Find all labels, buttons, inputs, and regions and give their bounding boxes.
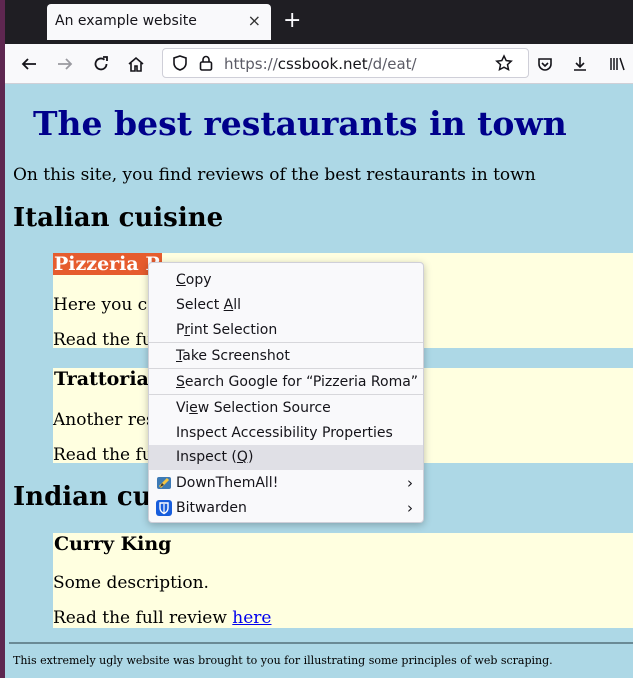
menu-item-label: Inspect (Q) <box>176 449 254 465</box>
menu-separator <box>149 394 423 395</box>
restaurant-card: Curry King Some description. Read the fu… <box>53 533 633 628</box>
menu-separator <box>149 342 423 343</box>
menu-item-downthemall[interactable]: DownThemAll! › <box>149 471 423 496</box>
section-heading-indian: Indian cui <box>13 482 162 512</box>
restaurant-name: Curry King <box>54 533 172 555</box>
restaurant-description: Some description. <box>53 573 209 593</box>
back-icon[interactable] <box>17 52 41 76</box>
menu-item-select-all[interactable]: Select All <box>149 293 423 318</box>
restaurant-review: Read the full review here <box>53 608 272 628</box>
url-path: /d/eat/ <box>367 55 417 73</box>
url-bar[interactable]: https://cssbook.net/d/eat/ <box>162 48 529 78</box>
restaurant-review: Read the ful <box>53 330 159 350</box>
menu-item-take-screenshot[interactable]: Take Screenshot <box>149 344 423 369</box>
pocket-icon[interactable] <box>533 52 557 76</box>
menu-item-print-selection[interactable]: Print Selection <box>149 318 423 343</box>
forward-icon[interactable] <box>53 52 77 76</box>
home-icon[interactable] <box>124 52 148 76</box>
bitwarden-shield-icon <box>156 500 172 516</box>
restaurant-name[interactable]: Pizzeria R <box>53 253 163 275</box>
lock-icon[interactable] <box>197 54 217 74</box>
menu-item-label: View Selection Source <box>176 400 331 416</box>
menu-item-label: Bitwarden <box>176 500 247 516</box>
restaurant-description: Here you ca <box>53 295 158 315</box>
page-intro: On this site, you find reviews of the be… <box>13 165 536 185</box>
shield-icon[interactable] <box>171 54 191 74</box>
download-icon[interactable] <box>568 52 592 76</box>
footer-text: This extremely ugly website was brought … <box>13 654 553 667</box>
menu-item-label: Copy <box>176 272 212 288</box>
menu-item-inspect[interactable]: Inspect (Q) <box>149 445 423 470</box>
review-link[interactable]: here <box>232 608 271 628</box>
menu-item-inspect-accessibility[interactable]: Inspect Accessibility Properties <box>149 421 423 446</box>
context-menu: Copy Select All Print Selection Take Scr… <box>148 262 424 523</box>
restaurant-review: Read the ful <box>53 445 159 465</box>
menu-item-label: Print Selection <box>176 322 278 338</box>
page-title: The best restaurants in town <box>33 104 567 143</box>
menu-item-label: Inspect Accessibility Properties <box>176 425 393 441</box>
menu-item-label: Search Google for “Pizzeria Roma” <box>176 374 419 390</box>
url-text: https://cssbook.net/d/eat/ <box>224 55 417 73</box>
menu-item-copy[interactable]: Copy <box>149 268 423 293</box>
review-text: Read the full review <box>53 608 233 628</box>
downthemall-icon <box>156 475 172 491</box>
tab-bar: An example website × + <box>5 0 633 44</box>
menu-item-label: DownThemAll! <box>176 475 279 491</box>
tab-title: An example website <box>55 13 197 29</box>
menu-item-label: Select All <box>176 297 241 313</box>
chevron-right-icon: › <box>407 474 413 492</box>
bookmark-star-icon[interactable] <box>495 54 515 74</box>
footer-divider <box>9 642 633 644</box>
restaurant-name: Trattoria <box>54 368 149 390</box>
url-domain: cssbook.net <box>277 55 368 73</box>
url-scheme: https:// <box>224 55 278 73</box>
section-heading-italian: Italian cuisine <box>13 203 224 233</box>
menu-item-label: Take Screenshot <box>176 348 290 364</box>
menu-item-bitwarden[interactable]: Bitwarden › <box>149 496 423 521</box>
close-tab-icon[interactable]: × <box>248 11 261 30</box>
library-icon[interactable] <box>605 52 629 76</box>
navigation-toolbar: https://cssbook.net/d/eat/ <box>5 44 633 84</box>
menu-item-view-selection-source[interactable]: View Selection Source <box>149 396 423 421</box>
restaurant-description: Another res <box>53 410 155 430</box>
new-tab-button[interactable]: + <box>283 8 301 34</box>
menu-separator <box>149 368 423 369</box>
chevron-right-icon: › <box>407 499 413 517</box>
menu-item-search-google[interactable]: Search Google for “Pizzeria Roma” <box>149 370 423 395</box>
tab-active[interactable]: An example website × <box>47 4 271 40</box>
reload-icon[interactable] <box>89 52 113 76</box>
